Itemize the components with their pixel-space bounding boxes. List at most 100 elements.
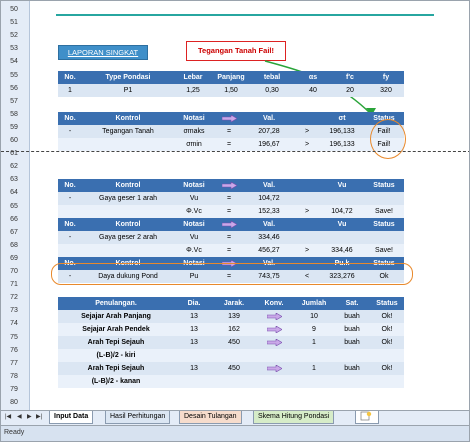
- table-cell[interactable]: 20: [332, 84, 368, 97]
- table-cell[interactable]: [320, 231, 364, 244]
- table-cell[interactable]: 207,28: [244, 125, 294, 138]
- next-sheet-icon[interactable]: ▶: [27, 413, 32, 420]
- tab-hasil-perhitungan[interactable]: Hasil Perhitungan: [105, 411, 171, 424]
- row-number[interactable]: 54: [1, 58, 27, 65]
- table-cell[interactable]: Sejajar Arah Pendek: [58, 323, 174, 336]
- row-number[interactable]: 72: [1, 294, 27, 301]
- row-number[interactable]: 51: [1, 19, 27, 26]
- row-number[interactable]: 65: [1, 203, 27, 210]
- table-cell[interactable]: =: [214, 138, 244, 151]
- table-cell[interactable]: buah: [334, 310, 370, 323]
- row-number[interactable]: 55: [1, 72, 27, 79]
- table-cell[interactable]: Sejajar Arah Panjang: [58, 310, 174, 323]
- row-number[interactable]: 62: [1, 163, 27, 170]
- status-cell[interactable]: Save!: [364, 205, 404, 218]
- row-number[interactable]: 58: [1, 111, 27, 118]
- row-number[interactable]: 77: [1, 360, 27, 367]
- table-cell[interactable]: 1: [294, 336, 334, 349]
- row-number[interactable]: 50: [1, 6, 27, 13]
- row-number[interactable]: 56: [1, 85, 27, 92]
- row-number[interactable]: 53: [1, 45, 27, 52]
- table-cell[interactable]: [254, 349, 294, 362]
- row-number[interactable]: 73: [1, 307, 27, 314]
- table-cell[interactable]: [214, 349, 254, 362]
- table-cell[interactable]: [254, 375, 294, 388]
- status-cell[interactable]: Ok!: [370, 310, 404, 323]
- tab-desain-tulangan[interactable]: Desain Tulangan: [179, 411, 242, 424]
- new-sheet-button[interactable]: [355, 411, 379, 424]
- table-cell[interactable]: [58, 138, 82, 151]
- table-cell[interactable]: 10: [294, 310, 334, 323]
- table-cell[interactable]: =: [214, 244, 244, 257]
- row-number[interactable]: 80: [1, 399, 27, 406]
- table-cell[interactable]: [334, 375, 370, 388]
- table-cell[interactable]: [294, 192, 320, 205]
- table-cell[interactable]: P1: [82, 84, 174, 97]
- status-cell[interactable]: [370, 349, 404, 362]
- status-cell[interactable]: [370, 375, 404, 388]
- table-cell[interactable]: 139: [214, 310, 254, 323]
- row-number[interactable]: 66: [1, 216, 27, 223]
- status-cell[interactable]: Ok!: [370, 323, 404, 336]
- status-cell[interactable]: [364, 231, 404, 244]
- table-cell[interactable]: [334, 349, 370, 362]
- table-cell[interactable]: [82, 244, 174, 257]
- row-number[interactable]: 74: [1, 320, 27, 327]
- table-cell[interactable]: 162: [214, 323, 254, 336]
- table-cell[interactable]: =: [214, 125, 244, 138]
- row-number[interactable]: 59: [1, 124, 27, 131]
- table-cell[interactable]: 450: [214, 362, 254, 375]
- row-number[interactable]: 57: [1, 98, 27, 105]
- table-cell[interactable]: 1,25: [174, 84, 212, 97]
- prev-sheet-icon[interactable]: ◀: [17, 413, 22, 420]
- status-cell[interactable]: Save!: [364, 244, 404, 257]
- table-cell[interactable]: >: [294, 244, 320, 257]
- tab-input-data[interactable]: Input Data: [49, 411, 94, 424]
- row-number[interactable]: 68: [1, 242, 27, 249]
- table-cell[interactable]: 104,72: [244, 192, 294, 205]
- table-cell[interactable]: Gaya geser 2 arah: [82, 231, 174, 244]
- table-cell[interactable]: [82, 138, 174, 151]
- table-cell[interactable]: 152,33: [244, 205, 294, 218]
- section-title-laporan-singkat[interactable]: LAPORAN SINGKAT: [58, 45, 148, 60]
- row-number[interactable]: 76: [1, 347, 27, 354]
- table-cell[interactable]: buah: [334, 362, 370, 375]
- table-cell[interactable]: Tegangan Tanah: [82, 125, 174, 138]
- tab-skema-hitung-pondasi[interactable]: Skema Hitung Pondasi: [253, 411, 335, 424]
- table-cell[interactable]: 196,133: [320, 125, 364, 138]
- table-cell[interactable]: Φ.Vc: [174, 244, 214, 257]
- row-number[interactable]: 71: [1, 281, 27, 288]
- table-cell[interactable]: 0,30: [250, 84, 294, 97]
- row-number[interactable]: 64: [1, 189, 27, 196]
- row-number[interactable]: 78: [1, 373, 27, 380]
- row-number[interactable]: 52: [1, 32, 27, 39]
- status-cell[interactable]: [364, 192, 404, 205]
- table-cell[interactable]: [58, 244, 82, 257]
- table-cell[interactable]: [214, 375, 254, 388]
- table-cell[interactable]: >: [294, 138, 320, 151]
- table-cell[interactable]: 1,50: [212, 84, 250, 97]
- row-number[interactable]: 63: [1, 176, 27, 183]
- table-cell[interactable]: buah: [334, 323, 370, 336]
- table-cell[interactable]: [58, 205, 82, 218]
- table-cell[interactable]: =: [214, 231, 244, 244]
- row-number[interactable]: 60: [1, 137, 27, 144]
- table-cell[interactable]: 40: [294, 84, 332, 97]
- last-sheet-icon[interactable]: ▶|: [36, 413, 42, 420]
- row-number[interactable]: 79: [1, 386, 27, 393]
- table-cell[interactable]: buah: [334, 336, 370, 349]
- table-cell[interactable]: -: [58, 231, 82, 244]
- table-cell[interactable]: [174, 349, 214, 362]
- table-cell[interactable]: 104,72: [320, 205, 364, 218]
- table-cell[interactable]: 1: [294, 362, 334, 375]
- table-cell[interactable]: =: [214, 205, 244, 218]
- table-cell[interactable]: -: [58, 125, 82, 138]
- table-cell[interactable]: [174, 375, 214, 388]
- row-number[interactable]: 67: [1, 229, 27, 236]
- table-cell[interactable]: Vu: [174, 192, 214, 205]
- table-cell[interactable]: -: [58, 192, 82, 205]
- table-cell[interactable]: 450: [214, 336, 254, 349]
- table-cell[interactable]: [294, 349, 334, 362]
- table-cell[interactable]: σmin: [174, 138, 214, 151]
- table-cell[interactable]: 1: [58, 84, 82, 97]
